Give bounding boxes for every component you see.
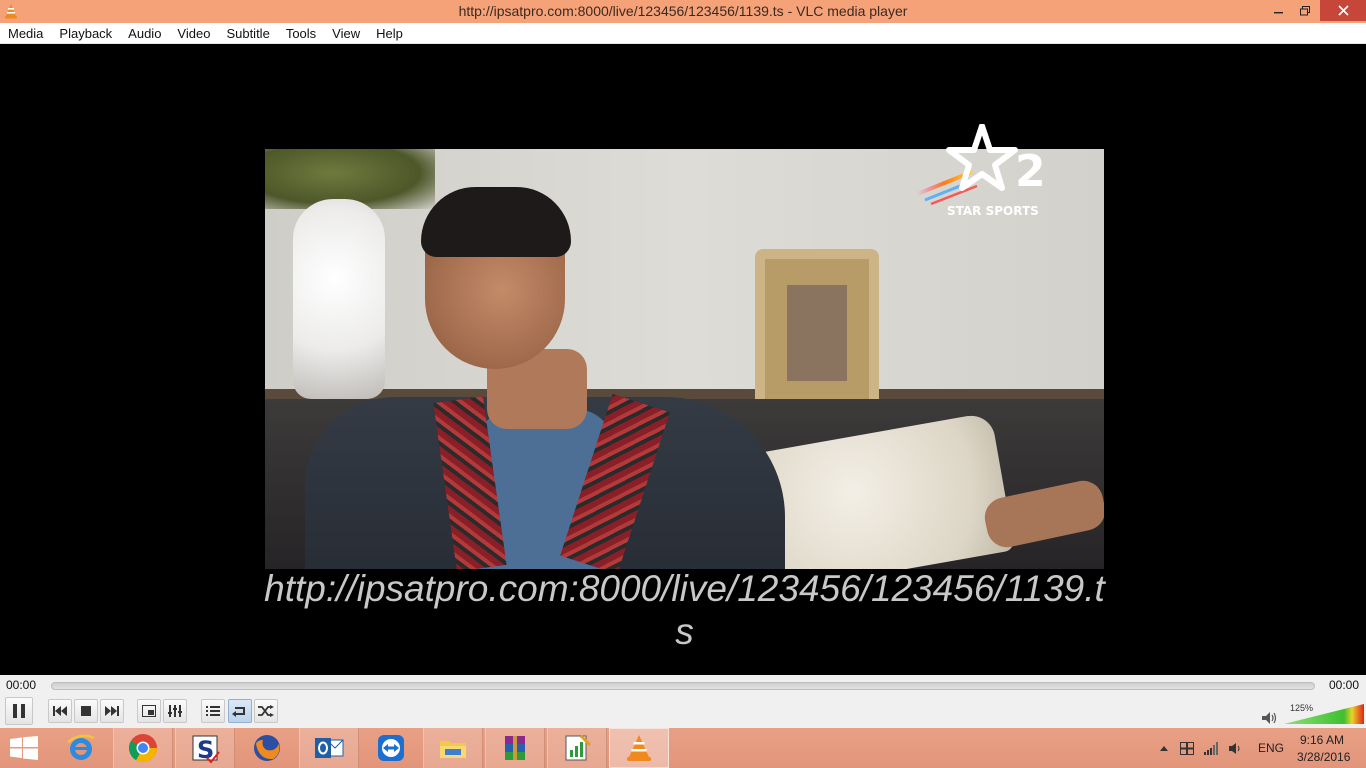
next-button[interactable] [100, 699, 124, 723]
fullscreen-button[interactable] [137, 699, 161, 723]
taskbar-s-app[interactable]: S [175, 728, 235, 768]
restore-icon [1300, 5, 1310, 15]
seek-slider[interactable] [51, 682, 1315, 690]
shuffle-button[interactable] [254, 699, 278, 723]
playlist-button[interactable] [201, 699, 225, 723]
loop-button[interactable] [228, 699, 252, 723]
taskbar-winrar[interactable] [485, 728, 545, 768]
firefox-icon [254, 735, 280, 761]
chart-notepad-icon [565, 734, 592, 761]
svg-text:2: 2 [1015, 146, 1046, 197]
stream-url-overlay: http://ipsatpro.com:8000/live/123456/123… [264, 568, 1105, 652]
menu-video[interactable]: Video [177, 26, 210, 41]
internet-explorer-icon [67, 734, 95, 760]
menu-playback[interactable]: Playback [59, 26, 112, 41]
menu-audio[interactable]: Audio [128, 26, 161, 41]
title-bar[interactable]: http://ipsatpro.com:8000/live/123456/123… [0, 0, 1366, 23]
channel-logo-text: STAR SPORTS [947, 204, 1039, 218]
volume-fill [1284, 704, 1364, 724]
teamviewer-icon [378, 735, 404, 761]
minimize-icon [1274, 11, 1283, 13]
elapsed-time: 00:00 [6, 678, 37, 692]
equalizer-icon [168, 705, 182, 717]
playlist-icon [206, 706, 220, 716]
taskbar-firefox[interactable] [237, 728, 297, 768]
chrome-icon [129, 734, 157, 762]
network-signal-icon[interactable] [1204, 742, 1218, 755]
taskbar-teamviewer[interactable] [361, 728, 421, 768]
menu-help[interactable]: Help [376, 26, 403, 41]
restore-button[interactable] [1292, 0, 1318, 21]
windows-start-button[interactable] [10, 736, 38, 760]
action-center-icon[interactable] [1180, 742, 1194, 755]
pause-button[interactable] [5, 697, 33, 725]
taskbar-file-explorer[interactable] [423, 728, 483, 768]
menu-subtitle[interactable]: Subtitle [226, 26, 269, 41]
speaker-icon[interactable] [1262, 711, 1278, 725]
volume-tray-icon[interactable] [1229, 742, 1243, 755]
taskbar-vlc[interactable] [609, 728, 669, 768]
loop-icon [232, 707, 245, 717]
extended-settings-button[interactable] [163, 699, 187, 723]
menu-view[interactable]: View [332, 26, 360, 41]
taskbar-outlook[interactable] [299, 728, 359, 768]
previous-button[interactable] [48, 699, 72, 723]
minimize-button[interactable] [1266, 0, 1292, 21]
taskbar-internet-explorer[interactable] [51, 728, 111, 768]
video-output[interactable]: 2 STAR SPORTS http://ipsatpro.com:8000/l… [0, 44, 1366, 675]
fullscreen-icon [142, 705, 156, 717]
shuffle-icon [258, 705, 274, 717]
clock-date[interactable]: 3/28/2016 [1297, 750, 1350, 764]
taskbar: S ENG 9:16 AM 3/28/2016 [0, 728, 1366, 768]
taskbar-notepad-chart[interactable] [547, 728, 607, 768]
menu-tools[interactable]: Tools [286, 26, 316, 41]
menu-bar: Media Playback Audio Video Subtitle Tool… [0, 23, 1366, 44]
stop-button[interactable] [74, 699, 98, 723]
player-controls: 00:00 00:00 125% [0, 675, 1366, 728]
total-time: 00:00 [1328, 678, 1359, 692]
menu-media[interactable]: Media [8, 26, 43, 41]
outlook-icon [315, 738, 344, 758]
taskbar-chrome[interactable] [113, 728, 173, 768]
show-hidden-icons-chevron-up-icon[interactable] [1157, 742, 1171, 755]
channel-logo: 2 STAR SPORTS [917, 124, 1046, 218]
window-title: http://ipsatpro.com:8000/live/123456/123… [458, 3, 908, 19]
s-app-icon: S [192, 735, 220, 764]
vlc-cone-icon [627, 735, 651, 761]
pause-icon [13, 704, 25, 718]
close-icon [1337, 5, 1349, 16]
volume-slider[interactable] [1284, 703, 1364, 725]
close-button[interactable] [1320, 0, 1366, 21]
input-language[interactable]: ENG [1258, 741, 1284, 755]
folder-icon [440, 741, 466, 758]
skip-next-icon [105, 706, 119, 716]
winrar-icon [505, 736, 525, 760]
stop-icon [81, 706, 91, 716]
clock-time[interactable]: 9:16 AM [1300, 733, 1344, 747]
skip-previous-icon [53, 706, 67, 716]
